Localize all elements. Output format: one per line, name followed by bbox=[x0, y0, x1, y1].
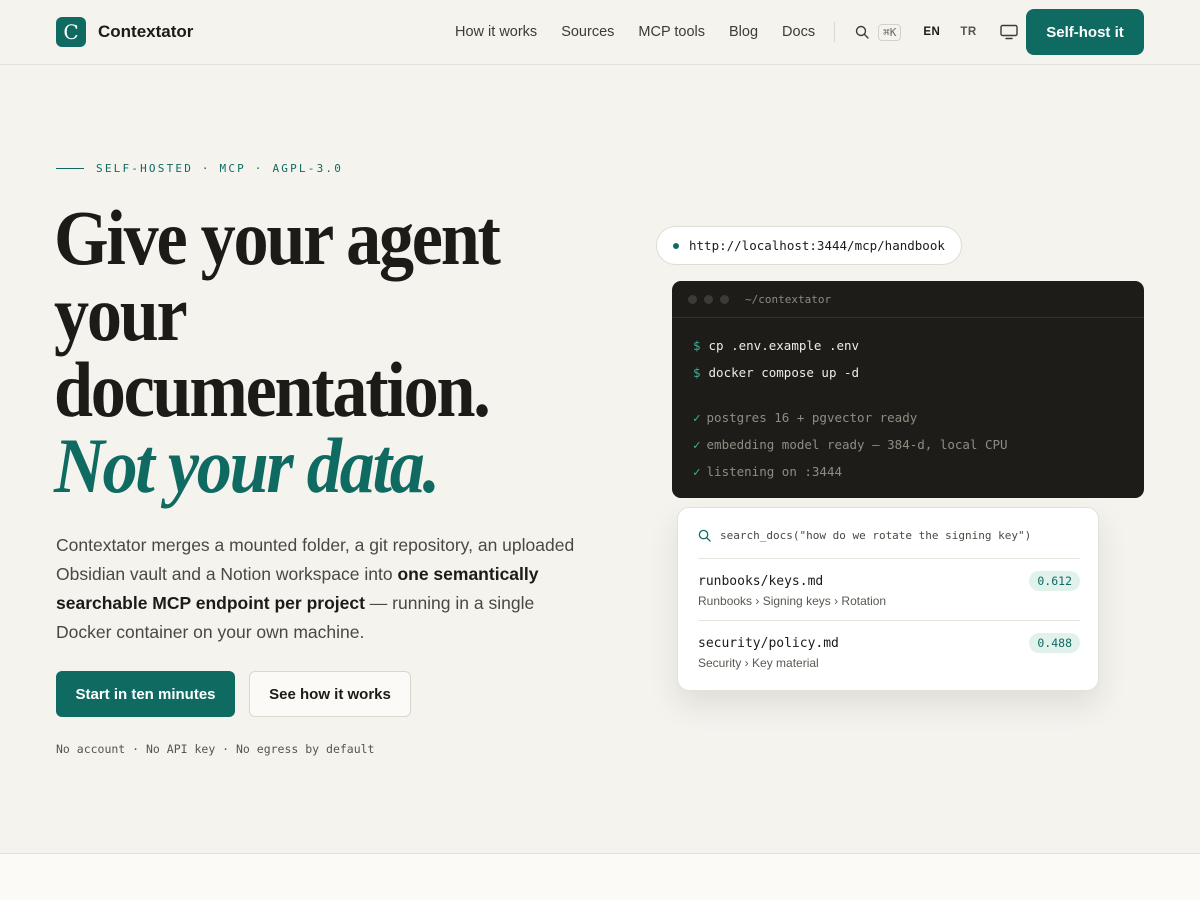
terminal-window: ~/contextator $ cp .env.example .env $ doc… bbox=[672, 281, 1144, 498]
site-header: C Contextator How it works Sources MCP t… bbox=[0, 0, 1200, 65]
terminal-output: ✓ postgres 16 + pgvector ready bbox=[693, 404, 1144, 431]
check-icon: ✓ bbox=[693, 437, 701, 452]
brand-name: Contextator bbox=[98, 22, 194, 41]
headline-line-2: your bbox=[54, 270, 188, 357]
how-it-works-button[interactable]: See how it works bbox=[249, 671, 411, 717]
hero-lede: Contextator merges a mounted folder, a g… bbox=[56, 531, 576, 647]
search-query: search_docs("how do we rotate the signin… bbox=[698, 529, 1031, 542]
prompt-symbol: $ bbox=[693, 338, 701, 353]
terminal-spacer bbox=[693, 386, 1144, 404]
window-dot-icon bbox=[704, 294, 713, 304]
prompt-symbol: $ bbox=[693, 365, 701, 380]
terminal-command: $ cp .env.example .env bbox=[693, 332, 1144, 359]
terminal-output: ✓ embedding model ready — 384-d, local CP… bbox=[693, 431, 1144, 458]
score-badge: 0.612 bbox=[1029, 571, 1080, 591]
headline-accent: Not your data. bbox=[54, 422, 440, 509]
logo-mark-icon: C bbox=[56, 17, 86, 47]
window-dot-icon bbox=[688, 294, 697, 304]
headline-line-1: Give your agent bbox=[54, 194, 501, 281]
hero-headline: Give your agent your documentation. Not … bbox=[54, 194, 558, 509]
lang-en-button[interactable]: EN bbox=[923, 26, 940, 38]
query-text: search_docs("how do we rotate the signin… bbox=[720, 529, 1032, 542]
command-text: cp .env.example .env bbox=[708, 338, 860, 353]
terminal-command: $ docker compose up -d bbox=[693, 359, 1144, 386]
result-item[interactable]: security/policy.md Security › Key materi… bbox=[698, 633, 1080, 670]
eyebrow-text: SELF-HOSTED · MCP · AGPL-3.0 bbox=[96, 162, 344, 175]
nav-link-how-it-works[interactable]: How it works bbox=[455, 24, 537, 40]
search-icon[interactable] bbox=[855, 25, 869, 39]
nav-link-blog[interactable]: Blog bbox=[729, 24, 758, 40]
result-item[interactable]: runbooks/keys.md Runbooks › Signing keys… bbox=[698, 571, 1080, 608]
nav-link-docs[interactable]: Docs bbox=[782, 24, 815, 40]
endpoint-url-pill: http://localhost:3444/mcp/handbook bbox=[656, 226, 962, 265]
output-text: embedding model ready — 384-d, local CPU bbox=[706, 437, 1008, 452]
nav-link-mcp-tools[interactable]: MCP tools bbox=[638, 24, 705, 40]
command-text: docker compose up -d bbox=[708, 365, 860, 380]
monitor-icon[interactable] bbox=[999, 24, 1018, 40]
endpoint-url: http://localhost:3444/mcp/handbook bbox=[689, 238, 945, 253]
fine-print: No account · No API key · No egress by d… bbox=[56, 742, 375, 756]
search-results-card: search_docs("how do we rotate the signin… bbox=[677, 507, 1099, 691]
result-path: security/policy.md bbox=[698, 636, 839, 651]
results-divider bbox=[698, 558, 1080, 559]
score-badge: 0.488 bbox=[1029, 633, 1080, 653]
terminal-output: ✓ listening on :3444 bbox=[693, 458, 1144, 485]
output-text: listening on :3444 bbox=[706, 464, 842, 479]
results-divider bbox=[698, 620, 1080, 621]
terminal-title: ~/contextator bbox=[745, 292, 832, 306]
output-text: postgres 16 + pgvector ready bbox=[706, 410, 918, 425]
hero-eyebrow: SELF-HOSTED · MCP · AGPL-3.0 bbox=[56, 162, 343, 175]
result-breadcrumb: Runbooks › Signing keys › Rotation bbox=[698, 594, 887, 608]
next-section-band bbox=[0, 853, 1200, 900]
eyebrow-rule bbox=[56, 168, 84, 169]
search-icon bbox=[698, 529, 711, 542]
headline-line-3: documentation. bbox=[54, 346, 491, 433]
check-icon: ✓ bbox=[693, 410, 701, 425]
search-shortcut-badge: ⌘K bbox=[878, 23, 902, 41]
window-dot-icon bbox=[720, 294, 729, 304]
status-dot-icon bbox=[673, 242, 679, 249]
result-path: runbooks/keys.md bbox=[698, 574, 824, 589]
nav-link-sources[interactable]: Sources bbox=[561, 24, 614, 40]
check-icon: ✓ bbox=[693, 464, 701, 479]
result-breadcrumb: Security › Key material bbox=[698, 656, 819, 670]
terminal-titlebar: ~/contextator bbox=[672, 281, 1144, 318]
start-button[interactable]: Start in ten minutes bbox=[56, 671, 235, 717]
main-nav: How it works Sources MCP tools Blog Docs… bbox=[455, 0, 1018, 64]
brand-logo[interactable]: C Contextator bbox=[56, 17, 193, 47]
lang-tr-button[interactable]: TR bbox=[960, 26, 976, 38]
self-host-button[interactable]: Self-host it bbox=[1026, 9, 1144, 55]
nav-divider bbox=[834, 22, 836, 42]
terminal-body: $ cp .env.example .env $ docker compose up… bbox=[672, 318, 1144, 485]
